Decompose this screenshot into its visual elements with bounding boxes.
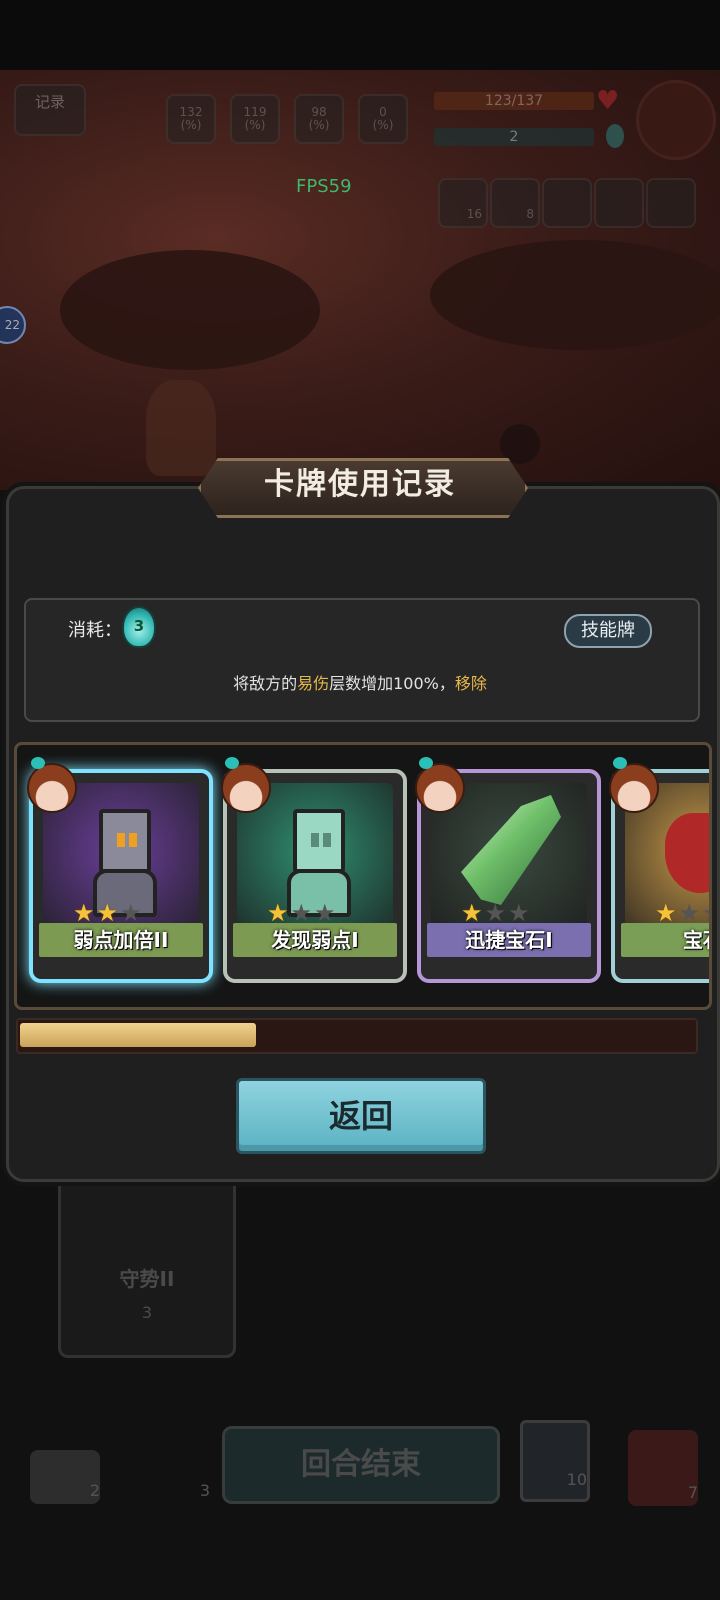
stat-badge: 119 (%) xyxy=(230,94,280,144)
cost-value: 3 xyxy=(133,617,145,635)
item-slot[interactable] xyxy=(646,178,696,228)
item-slot[interactable] xyxy=(542,178,592,228)
robot-eye xyxy=(117,833,125,847)
rock-shape xyxy=(60,250,320,370)
card-item[interactable]: ★★★ 弱点加倍II xyxy=(27,757,213,983)
record-button[interactable]: 记录 xyxy=(14,84,86,136)
card-item[interactable]: ★★★ 发现弱点I xyxy=(221,757,407,983)
hero-marker-icon xyxy=(225,757,239,769)
hero-portrait-icon xyxy=(221,763,271,813)
back-button[interactable]: 返回 xyxy=(236,1078,486,1154)
keyword-remove: 移除 xyxy=(454,674,487,693)
scroll-progress-bar[interactable] xyxy=(16,1018,698,1054)
robot-eye xyxy=(323,833,331,847)
item-slot[interactable]: 8 xyxy=(490,178,540,228)
record-label: 记录 xyxy=(34,93,65,111)
side-turn-badge[interactable]: 22 xyxy=(0,306,26,344)
hero-portrait-icon xyxy=(415,763,465,813)
keyword-vulnerable: 易伤 xyxy=(297,674,330,693)
enemy-portrait[interactable] xyxy=(636,80,716,160)
hero-marker-icon xyxy=(419,757,433,769)
card-name: 宝石 xyxy=(621,923,709,957)
draw-pile[interactable]: 2 xyxy=(30,1450,100,1504)
card-description: 将敌方的易伤层数增加100%，移除 xyxy=(233,674,487,693)
hero-marker-icon xyxy=(613,757,627,769)
card-list[interactable]: ★★★弱点加倍II★★★发现弱点I★★★迅捷宝石I★★★宝石 xyxy=(14,742,712,1010)
rock-shape xyxy=(430,240,720,350)
dialog-title: 卡牌使用记录 xyxy=(264,467,456,502)
deck-pile[interactable]: 7 xyxy=(628,1430,698,1506)
card-item[interactable]: ★★★宝石 xyxy=(609,757,709,983)
scroll-progress-fill xyxy=(20,1023,256,1047)
robot-icon xyxy=(293,809,345,873)
hero-portrait-icon xyxy=(609,763,659,813)
end-turn-button[interactable]: 回合结束 xyxy=(222,1426,500,1504)
heart-icon: ♥ xyxy=(596,86,620,116)
hero-portrait-icon xyxy=(27,763,77,813)
hero-marker-icon xyxy=(31,757,45,769)
energy-flask-icon xyxy=(606,124,624,148)
card-name: 发现弱点I xyxy=(233,923,397,957)
cost-label: 消耗： xyxy=(68,620,122,641)
robot-eye xyxy=(129,833,137,847)
gem-icon xyxy=(665,813,709,893)
gem-icon xyxy=(461,795,561,905)
card-type-tag: 技能牌 xyxy=(564,614,652,648)
hand-card[interactable]: 守势II 3 xyxy=(58,1176,236,1358)
energy-bar: 2 xyxy=(434,128,594,146)
stat-badge: 132 (%) xyxy=(166,94,216,144)
fps-counter: FPS59 xyxy=(296,176,352,197)
robot-icon xyxy=(99,809,151,873)
item-slot[interactable] xyxy=(594,178,644,228)
card-item[interactable]: ★★★ 迅捷宝石I xyxy=(415,757,601,983)
card-name: 弱点加倍II xyxy=(39,923,203,957)
item-slot[interactable]: 16 xyxy=(438,178,488,228)
hp-bar: 123/137 xyxy=(434,92,594,110)
discard-pile[interactable]: 3 xyxy=(130,1440,210,1504)
stat-badge: 98 (%) xyxy=(294,94,344,144)
potion-slot[interactable]: 10 xyxy=(520,1420,590,1502)
stat-badge: 0 (%) xyxy=(358,94,408,144)
card-name: 迅捷宝石I xyxy=(427,923,591,957)
robot-eye xyxy=(311,833,319,847)
